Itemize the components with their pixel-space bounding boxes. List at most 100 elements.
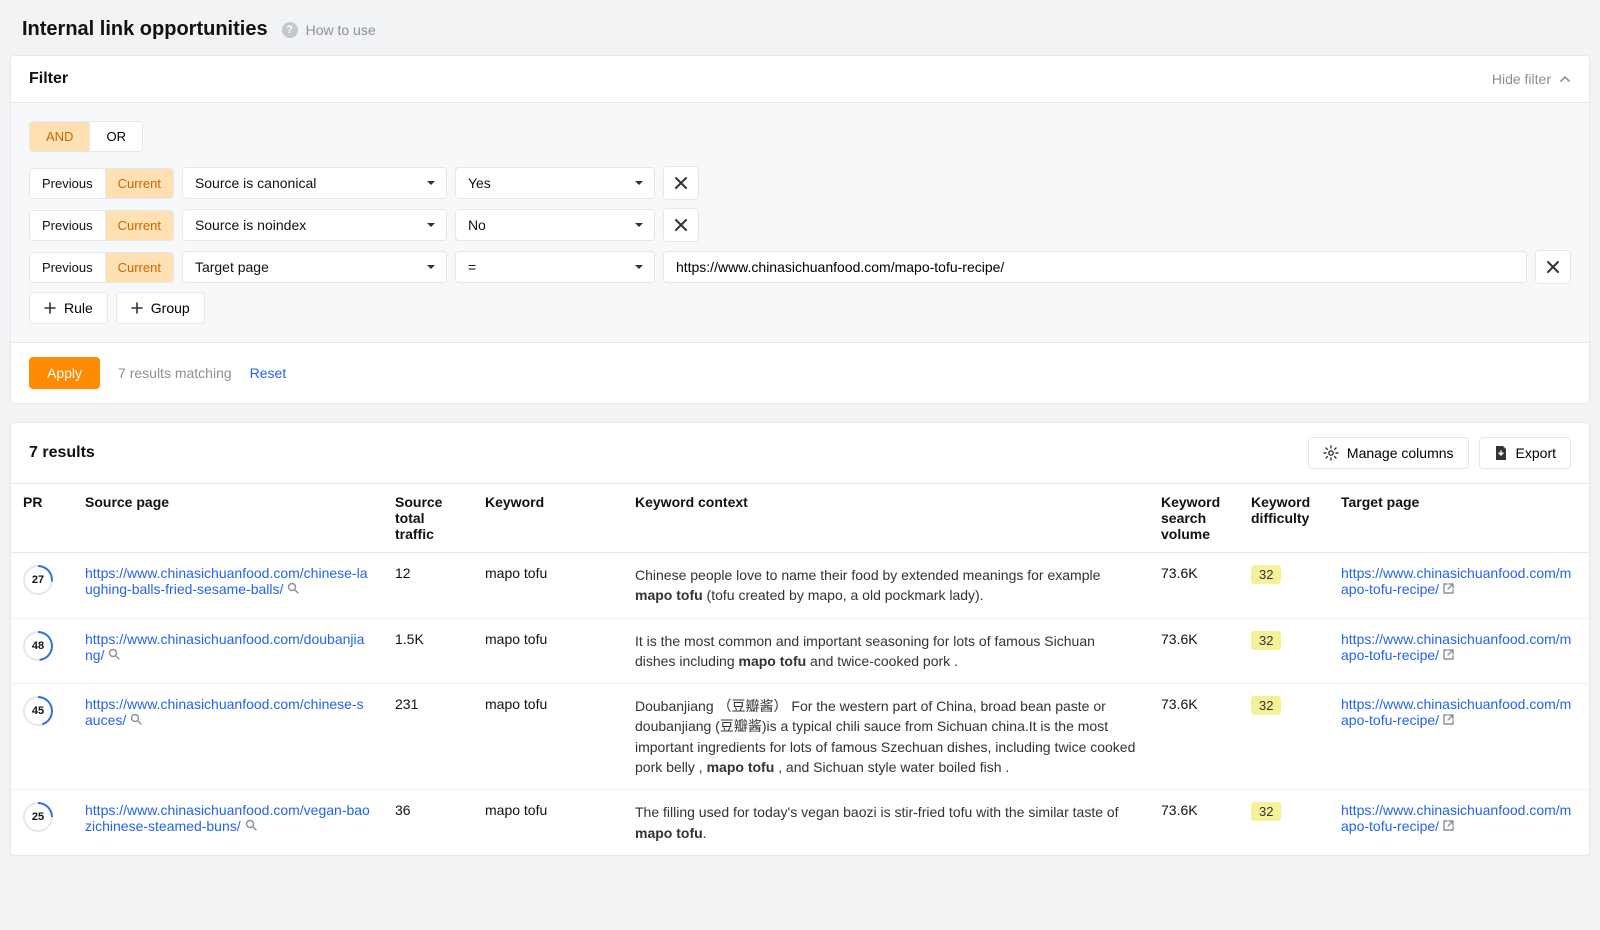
external-link-icon[interactable] [1443,647,1454,663]
help-icon: ? [282,22,298,38]
pr-badge: 25 [23,802,53,832]
target-page-link[interactable]: https://www.chinasichuanfood.com/mapo-to… [1341,696,1571,728]
keyword-cell: mapo tofu [473,790,623,855]
keyword-context-cell: Doubanjiang （豆瓣酱） For the western part o… [623,684,1149,790]
scope-current[interactable]: Current [105,211,173,240]
caret-down-icon [426,262,436,272]
manage-columns-button[interactable]: Manage columns [1308,437,1469,469]
target-page-link[interactable]: https://www.chinasichuanfood.com/mapo-to… [1341,802,1571,834]
results-matching-text: 7 results matching [118,365,232,381]
close-icon [674,218,688,232]
keyword-cell: mapo tofu [473,553,623,619]
search-icon[interactable] [245,818,257,834]
caret-down-icon [634,220,644,230]
rule-value-input[interactable] [663,251,1527,283]
table-row: 48 https://www.chinasichuanfood.com/doub… [11,618,1589,684]
col-header-source[interactable]: Source page [73,484,383,553]
scope-current[interactable]: Current [105,253,173,282]
col-header-difficulty[interactable]: Keyword difficulty [1239,484,1329,553]
keyword-cell: mapo tofu [473,618,623,684]
export-icon [1494,445,1508,461]
rule-field-value: Target page [195,259,269,275]
apply-button[interactable]: Apply [29,357,100,389]
logic-and-button[interactable]: AND [30,122,89,151]
results-table: PR Source page Source total traffic Keyw… [11,483,1589,855]
add-rule-label: Rule [64,300,93,316]
how-to-use-link[interactable]: ? How to use [282,22,376,38]
search-icon[interactable] [130,712,142,728]
manage-columns-label: Manage columns [1347,445,1454,461]
caret-down-icon [426,178,436,188]
rule-operator-select[interactable]: Yes [455,167,655,199]
source-page-link[interactable]: https://www.chinasichuanfood.com/chinese… [85,565,367,597]
source-traffic-cell: 1.5K [383,618,473,684]
close-icon [1546,260,1560,274]
difficulty-badge: 32 [1251,802,1281,821]
pr-badge: 27 [23,565,53,595]
col-header-pr[interactable]: PR [11,484,73,553]
export-label: Export [1516,445,1556,461]
search-icon[interactable] [108,647,120,663]
filter-footer: Apply 7 results matching Reset [11,343,1589,403]
remove-rule-button[interactable] [663,166,699,200]
hide-filter-toggle[interactable]: Hide filter [1492,71,1571,87]
export-button[interactable]: Export [1479,437,1571,469]
how-to-use-label: How to use [306,22,376,38]
rule-operator-value: = [468,259,476,275]
scope-previous[interactable]: Previous [30,211,105,240]
external-link-icon[interactable] [1443,818,1454,834]
col-header-keyword[interactable]: Keyword [473,484,623,553]
col-header-stt[interactable]: Source total traffic [383,484,473,553]
difficulty-badge: 32 [1251,565,1281,584]
crawl-scope-toggle[interactable]: Previous Current [29,252,174,283]
rule-field-select[interactable]: Target page [182,251,447,283]
rule-operator-select[interactable]: No [455,209,655,241]
target-page-link[interactable]: https://www.chinasichuanfood.com/mapo-to… [1341,631,1571,663]
search-volume-cell: 73.6K [1149,790,1239,855]
scope-previous[interactable]: Previous [30,169,105,198]
col-header-context[interactable]: Keyword context [623,484,1149,553]
scope-current[interactable]: Current [105,169,173,198]
external-link-icon[interactable] [1443,581,1454,597]
scope-previous[interactable]: Previous [30,253,105,282]
results-panel: 7 results Manage columns Export PR Sourc… [10,422,1590,856]
filter-panel: Filter Hide filter AND OR Previous Curre… [10,55,1590,404]
add-group-button[interactable]: Group [116,292,205,324]
results-count: 7 results [29,444,95,462]
source-page-link[interactable]: https://www.chinasichuanfood.com/vegan-b… [85,802,370,834]
external-link-icon[interactable] [1443,712,1454,728]
target-page-link[interactable]: https://www.chinasichuanfood.com/mapo-to… [1341,565,1571,597]
rule-field-select[interactable]: Source is noindex [182,209,447,241]
rule-operator-select[interactable]: = [455,251,655,283]
keyword-cell: mapo tofu [473,684,623,790]
rule-adders: Rule Group [29,292,1571,324]
page-title: Internal link opportunities [22,18,268,41]
reset-link[interactable]: Reset [250,365,287,381]
source-traffic-cell: 36 [383,790,473,855]
rule-field-value: Source is canonical [195,175,316,191]
crawl-scope-toggle[interactable]: Previous Current [29,168,174,199]
source-page-link[interactable]: https://www.chinasichuanfood.com/doubanj… [85,631,364,663]
col-header-target[interactable]: Target page [1329,484,1589,553]
rule-field-value: Source is noindex [195,217,306,233]
pr-badge: 45 [23,696,53,726]
rule-field-select[interactable]: Source is canonical [182,167,447,199]
table-row: 45 https://www.chinasichuanfood.com/chin… [11,684,1589,790]
source-page-link[interactable]: https://www.chinasichuanfood.com/chinese… [85,696,364,728]
remove-rule-button[interactable] [663,208,699,242]
table-row: 27 https://www.chinasichuanfood.com/chin… [11,553,1589,619]
difficulty-badge: 32 [1251,631,1281,650]
add-rule-button[interactable]: Rule [29,292,108,324]
chevron-up-icon [1559,73,1571,85]
remove-rule-button[interactable] [1535,250,1571,284]
filter-rule-row: Previous Current Source is noindex No [29,208,1571,242]
keyword-context-cell: It is the most common and important seas… [623,618,1149,684]
logic-or-button[interactable]: OR [89,122,142,151]
col-header-volume[interactable]: Keyword search volume [1149,484,1239,553]
crawl-scope-toggle[interactable]: Previous Current [29,210,174,241]
page-header: Internal link opportunities ? How to use [0,0,1600,55]
table-row: 25 https://www.chinasichuanfood.com/vega… [11,790,1589,855]
add-group-label: Group [151,300,190,316]
search-icon[interactable] [287,581,299,597]
filter-rule-row: Previous Current Source is canonical Yes [29,166,1571,200]
